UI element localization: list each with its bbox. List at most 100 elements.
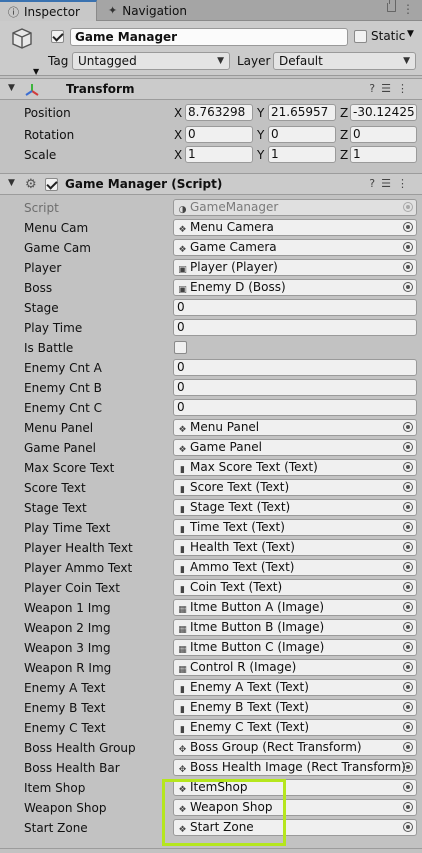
object-picker-icon[interactable] (403, 642, 413, 652)
active-checkbox[interactable] (51, 30, 64, 43)
text-icon: ▮ (180, 725, 185, 735)
object-picker-icon[interactable] (403, 482, 413, 492)
gameobject-icon: ❖ (178, 425, 187, 435)
object-reference-field[interactable]: ▦ Itme Button B (Image) (173, 619, 417, 636)
object-picker-icon[interactable] (403, 442, 413, 452)
component-menu-icons[interactable]: ?☰⋮ (369, 177, 414, 190)
object-picker-icon[interactable] (403, 582, 413, 592)
object-reference-field[interactable]: ▮ Enemy C Text (Text) (173, 719, 417, 736)
y-field[interactable]: 0 (268, 126, 336, 143)
object-reference-field[interactable]: ✥ Boss Group (Rect Transform) (173, 739, 417, 756)
object-reference-field[interactable]: ▮ Health Text (Text) (173, 539, 417, 556)
value-field[interactable]: 0 (173, 359, 417, 376)
object-picker-icon[interactable] (403, 622, 413, 632)
object-picker-icon[interactable] (403, 262, 413, 272)
object-picker-icon[interactable] (403, 702, 413, 712)
object-reference-field[interactable]: ✥ Boss Health Image (Rect Transform) (173, 759, 417, 776)
static-checkbox[interactable] (354, 30, 367, 43)
object-name-field[interactable]: Game Manager (70, 28, 348, 46)
tag-dropdown[interactable]: Untagged ▼ (72, 52, 230, 70)
value-field[interactable]: 0 (173, 319, 417, 336)
transform-row: Position X 8.763298 Y 21.65957 Z -30.12425 (0, 103, 422, 123)
object-reference-field[interactable]: ❖ Menu Camera (173, 219, 417, 236)
kebab-menu-icon[interactable]: ⋮ (402, 2, 414, 16)
object-picker-icon[interactable] (403, 222, 413, 232)
object-reference-field[interactable]: ▦ Itme Button A (Image) (173, 599, 417, 616)
object-picker-icon[interactable] (403, 542, 413, 552)
y-field[interactable]: 21.65957 (268, 104, 336, 121)
lock-icon[interactable] (387, 0, 396, 12)
object-reference-field[interactable]: ❖ Game Panel (173, 439, 417, 456)
object-header: ▼ Game Manager Static ▼ Tag Untagged ▼ L… (0, 21, 422, 76)
foldout-arrow-icon[interactable]: ▼ (8, 178, 15, 188)
object-picker-icon[interactable] (403, 722, 413, 732)
y-field[interactable]: 1 (268, 146, 336, 163)
foldout-arrow-icon[interactable]: ▼ (8, 83, 15, 93)
object-reference-field[interactable]: ❖ Menu Panel (173, 419, 417, 436)
field-row-max-score-text: Max Score Text ▮ Max Score Text (Text) (0, 458, 422, 478)
field-row-menu-panel: Menu Panel ❖ Menu Panel (0, 418, 422, 438)
field-label: Enemy C Text (24, 721, 106, 735)
component-menu-icons[interactable]: ?☰⋮ (369, 82, 414, 95)
object-reference-field[interactable]: ▦ Itme Button C (Image) (173, 639, 417, 656)
object-picker-icon[interactable] (403, 282, 413, 292)
object-picker-icon[interactable] (403, 782, 413, 792)
text-icon: ▮ (180, 685, 185, 695)
field-label: Weapon 1 Img (24, 601, 111, 615)
object-picker-icon[interactable] (403, 502, 413, 512)
layer-dropdown[interactable]: Default ▼ (273, 52, 416, 70)
value-field[interactable]: 0 (173, 379, 417, 396)
icon-dropdown-arrow-icon[interactable]: ▼ (33, 67, 39, 76)
object-reference-field[interactable]: ▮ Score Text (Text) (173, 479, 417, 496)
object-picker-icon[interactable] (403, 602, 413, 612)
text-icon: ▮ (180, 465, 185, 475)
object-reference-field[interactable]: ▮ Ammo Text (Text) (173, 559, 417, 576)
field-label: Player Ammo Text (24, 561, 133, 575)
object-picker-icon[interactable] (403, 562, 413, 572)
object-picker-icon[interactable] (403, 662, 413, 672)
object-picker-icon[interactable] (403, 762, 413, 772)
object-reference-field[interactable]: ▮ Max Score Text (Text) (173, 459, 417, 476)
z-field[interactable]: 0 (350, 126, 417, 143)
transform-title: Transform (66, 82, 135, 96)
object-reference-field[interactable]: ▮ Time Text (Text) (173, 519, 417, 536)
field-row-enemy-cnt-b: Enemy Cnt B 0 (0, 378, 422, 398)
transform-header[interactable]: ▼ Transform ?☰⋮ (0, 78, 422, 100)
object-picker-icon (403, 202, 413, 212)
x-field[interactable]: 0 (185, 126, 253, 143)
z-field[interactable]: 1 (350, 146, 417, 163)
component-enabled-checkbox[interactable] (45, 178, 58, 191)
object-reference-field[interactable]: ▮ Enemy A Text (Text) (173, 679, 417, 696)
object-reference-field[interactable]: ▮ Enemy B Text (Text) (173, 699, 417, 716)
object-reference-field[interactable]: ▦ Control R (Image) (173, 659, 417, 676)
value-field[interactable]: 0 (173, 299, 417, 316)
object-reference-field[interactable]: ❖ Game Camera (173, 239, 417, 256)
tag-value: Untagged (78, 54, 137, 68)
object-reference-field[interactable]: ▣ Enemy D (Boss) (173, 279, 417, 296)
z-field[interactable]: -30.12425 (350, 104, 417, 121)
layer-value: Default (279, 54, 323, 68)
object-picker-icon[interactable] (403, 682, 413, 692)
object-picker-icon[interactable] (403, 742, 413, 752)
object-picker-icon[interactable] (403, 422, 413, 432)
object-reference-field[interactable]: ▮ Coin Text (Text) (173, 579, 417, 596)
x-field[interactable]: 1 (185, 146, 253, 163)
tab-inspector-label: Inspector (24, 4, 80, 19)
static-dropdown-arrow-icon[interactable]: ▼ (407, 29, 414, 39)
tab-inspector[interactable]: ⓘ Inspector (0, 0, 97, 21)
object-picker-icon[interactable] (403, 802, 413, 812)
script-component-header[interactable]: ▼ ⚙ Game Manager (Script) ?☰⋮ (0, 173, 422, 195)
field-row-weapon-1-img: Weapon 1 Img ▦ Itme Button A (Image) (0, 598, 422, 618)
object-picker-icon[interactable] (403, 822, 413, 832)
object-reference-field[interactable]: ▣ Player (Player) (173, 259, 417, 276)
object-picker-icon[interactable] (403, 242, 413, 252)
is-battle-checkbox[interactable] (174, 341, 187, 354)
x-field[interactable]: 8.763298 (185, 104, 253, 121)
value-field[interactable]: 0 (173, 399, 417, 416)
object-picker-icon[interactable] (403, 522, 413, 532)
divider (0, 848, 422, 849)
object-reference-field[interactable]: ▮ Stage Text (Text) (173, 499, 417, 516)
field-value: Menu Panel (190, 420, 260, 434)
object-picker-icon[interactable] (403, 462, 413, 472)
tab-navigation[interactable]: ✦ Navigation (104, 0, 187, 21)
